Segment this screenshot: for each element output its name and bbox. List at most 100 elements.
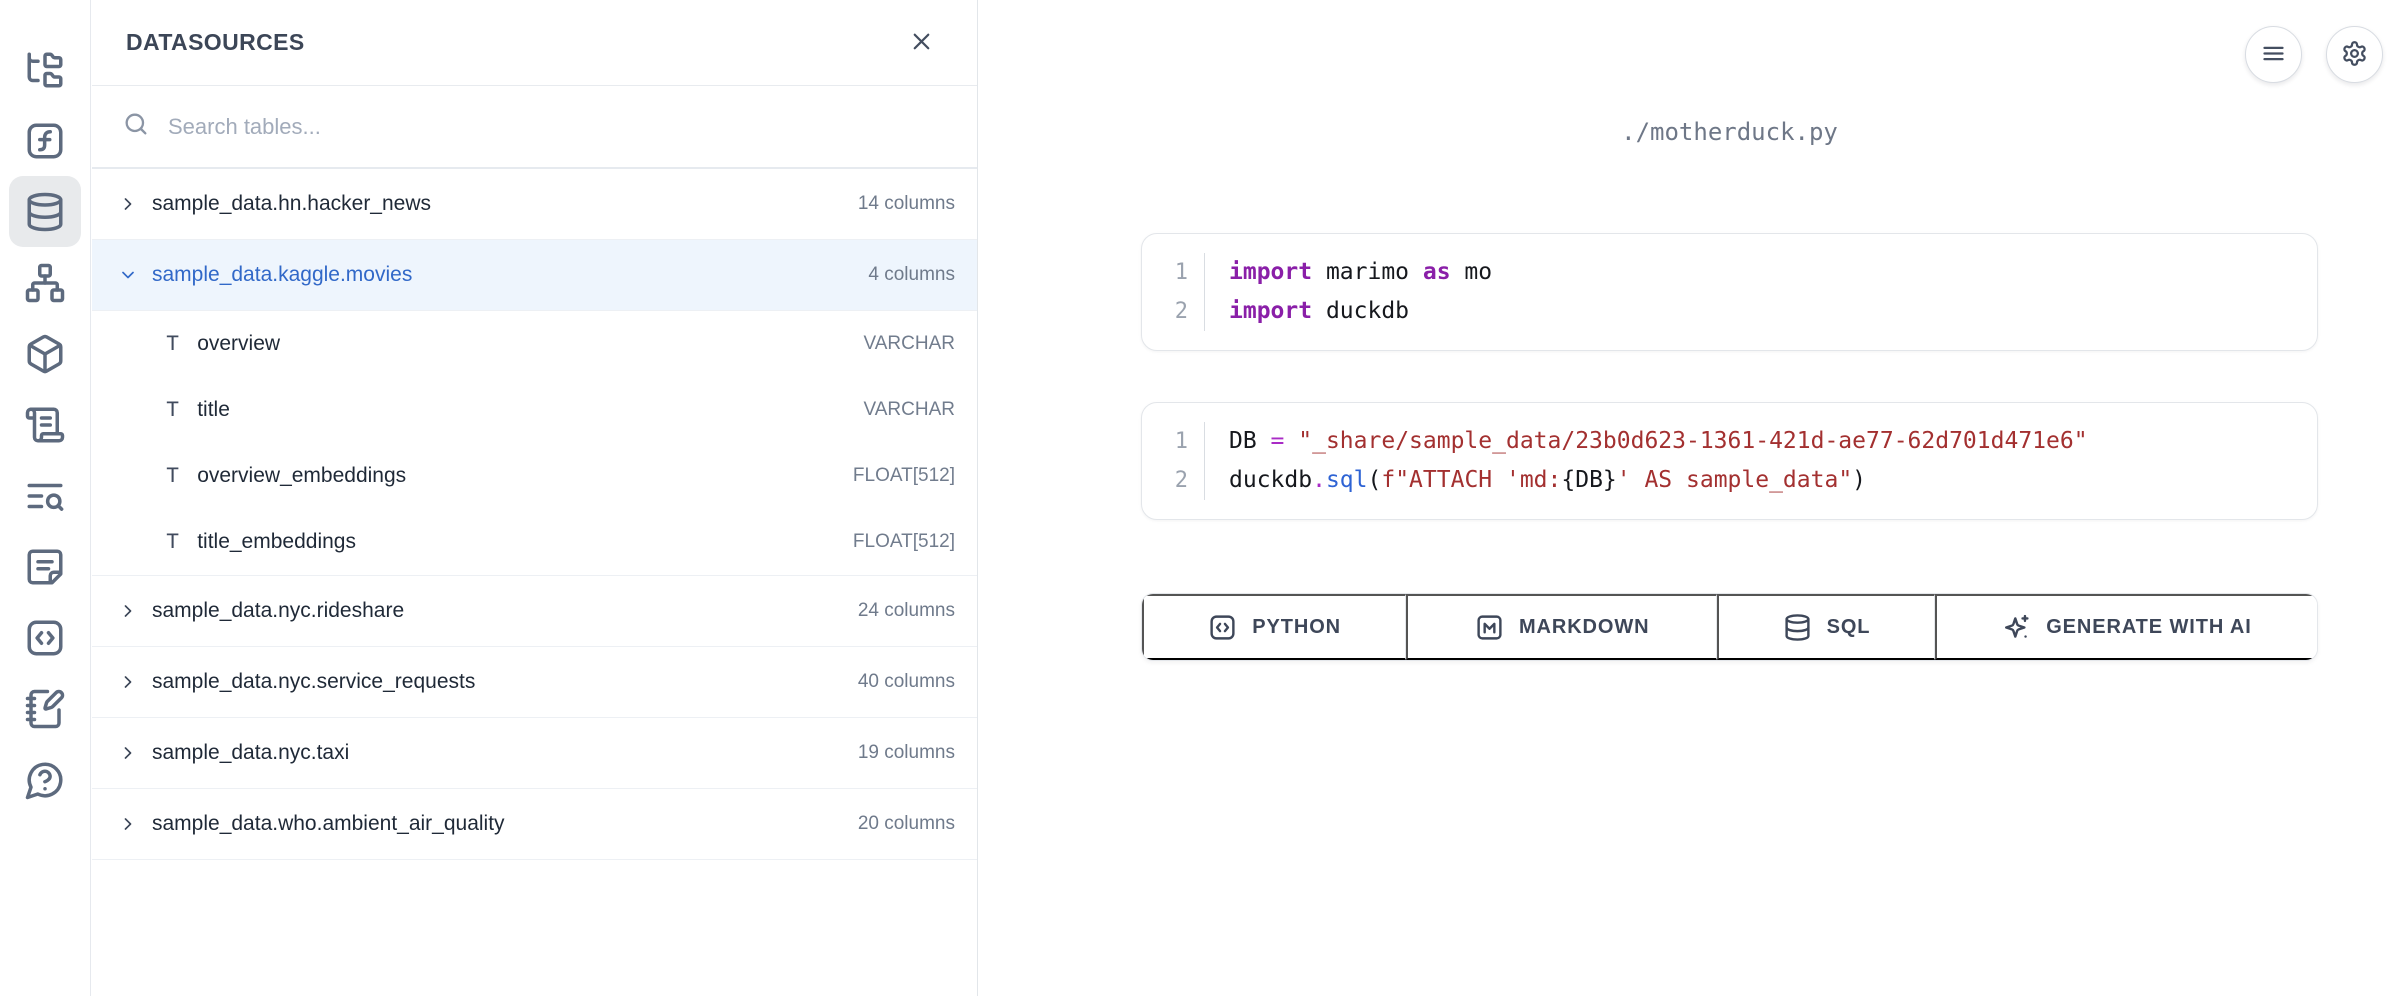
line-number: 2 [1142,292,1188,331]
search-bar [92,86,977,169]
column-count: 4 columns [868,264,955,286]
database-icon [1783,613,1812,642]
line-number: 2 [1142,461,1188,500]
notebook-menu-button[interactable] [2245,26,2302,83]
database-icon [24,191,66,233]
column-row[interactable]: Toverview VARCHAR [92,311,977,377]
table-list: sample_data.hn.hacker_news14 columnssamp… [92,169,977,860]
column-row[interactable]: Toverview_embeddings FLOAT[512] [92,443,977,509]
line-numbers: 12 [1142,422,1204,500]
gear-icon [2341,40,2368,70]
list-search-icon [24,475,66,517]
table-name: sample_data.who.ambient_air_quality [152,812,505,836]
column-row[interactable]: Ttitle_embeddingsFLOAT[512] [92,509,977,575]
text-type-icon: T [166,530,179,555]
sidebar-snippets-button[interactable] [9,602,81,673]
code-editor[interactable]: DB = "_share/sample_data/23b0d623-1361-4… [1204,422,2317,500]
add-generate-with-ai-cell-button[interactable]: GENERATE WITH AI [1935,594,2317,660]
datasources-header: DATASOURCES [92,0,977,86]
column-name: overview [197,332,280,356]
notebook-area: ./motherduck.py 12import marimo as moimp… [978,0,2399,996]
function-square-icon [24,120,66,162]
column-type: FLOAT[512] [853,465,955,487]
cells-container: 12import marimo as moimport duckdb12DB =… [1141,233,2318,520]
table-name: sample_data.nyc.taxi [152,741,349,765]
column-name: overview_embeddings [197,464,406,488]
package-icon [24,333,66,375]
chevron-right-icon [118,672,138,692]
folder-tree-icon [24,49,66,91]
notebook-filename[interactable]: ./motherduck.py [1141,0,2318,150]
add-button-label: SQL [1827,616,1871,639]
settings-button[interactable] [2326,26,2383,83]
table-name: sample_data.kaggle.movies [152,263,412,287]
code-line: import marimo as mo [1229,253,2317,292]
add-button-label: PYTHON [1252,616,1341,639]
column-count: 14 columns [858,193,955,215]
table-row[interactable]: sample_data.nyc.rideshare 24 columns [92,576,977,647]
table-row[interactable]: sample_data.nyc.taxi 19 columns [92,718,977,789]
notebook-column: ./motherduck.py 12import marimo as moimp… [1141,0,2318,661]
line-number: 1 [1142,253,1188,292]
datasources-panel: DATASOURCES sample_data.hn.hacker_news 14… [92,0,978,996]
table-row[interactable]: sample_data.who.ambient_air_quality 20 co… [92,789,977,860]
column-count: 40 columns [858,671,955,693]
add-python-cell-button[interactable]: PYTHON [1142,594,1406,660]
search-icon [122,110,150,143]
table-row[interactable]: sample_data.hn.hacker_news 14 columns [92,169,977,240]
table-name: sample_data.nyc.rideshare [152,599,404,623]
scroll-icon [24,404,66,446]
add-sql-cell-button[interactable]: SQL [1717,594,1935,660]
sidebar-help-button[interactable] [9,744,81,815]
menu-icon [2260,40,2287,70]
sidebar-outline-search-button[interactable] [9,460,81,531]
notebook-pen-icon [24,688,66,730]
search-input[interactable] [168,114,947,140]
code-editor[interactable]: import marimo as moimport duckdb [1204,253,2317,331]
code-line: DB = "_share/sample_data/23b0d623-1361-4… [1229,422,2317,461]
chevron-right-icon [118,194,138,214]
text-type-icon: T [166,398,179,423]
code-cell: 12 DB = "_share/sample_data/23b0d623-1361… [1141,402,2318,520]
sidebar-scratchpad-button[interactable] [9,673,81,744]
line-numbers: 12 [1142,253,1204,331]
column-count: 19 columns [858,742,955,764]
help-chat-icon [24,759,66,801]
top-actions [2245,26,2383,83]
sidebar-variables-button[interactable] [9,105,81,176]
table-row[interactable]: sample_data.kaggle.movies 4 columns [92,240,977,311]
sidebar-packages-button[interactable] [9,318,81,389]
sidebar-documentation-button[interactable] [9,531,81,602]
code-square-icon [24,617,66,659]
column-count: 20 columns [858,813,955,835]
text-type-icon: T [166,464,179,489]
close-icon [908,28,935,58]
code-square-icon [1208,613,1237,642]
column-type: VARCHAR [864,333,956,355]
add-button-label: MARKDOWN [1519,616,1650,639]
column-count: 24 columns [858,600,955,622]
text-type-icon: T [166,332,179,357]
sidebar-rail [0,0,91,996]
sidebar-datasources-button[interactable] [9,176,81,247]
chevron-right-icon [118,743,138,763]
sidebar-dependencies-button[interactable] [9,247,81,318]
table-name: sample_data.hn.hacker_news [152,192,431,216]
table-row[interactable]: sample_data.nyc.service_requests 40 colum… [92,647,977,718]
sidebar-logs-button[interactable] [9,389,81,460]
add-markdown-cell-button[interactable]: MARKDOWN [1406,594,1717,660]
markdown-icon [1475,613,1504,642]
column-name: title_embeddings [197,530,356,554]
code-cell: 12import marimo as moimport duckdb [1141,233,2318,351]
panel-title: DATASOURCES [126,29,305,56]
code-line: import duckdb [1229,292,2317,331]
close-panel-button[interactable] [899,21,943,65]
add-cell-bar: PYTHON MARKDOWN SQL GENERATE WITH AI [1141,593,2318,661]
column-type: VARCHAR [864,399,956,421]
table-name: sample_data.nyc.service_requests [152,670,475,694]
column-row[interactable]: TtitleVARCHAR [92,377,977,443]
file-text-icon [24,546,66,588]
chevron-down-icon [118,265,138,285]
add-button-label: GENERATE WITH AI [2046,616,2252,639]
sidebar-file-explorer-button[interactable] [9,34,81,105]
